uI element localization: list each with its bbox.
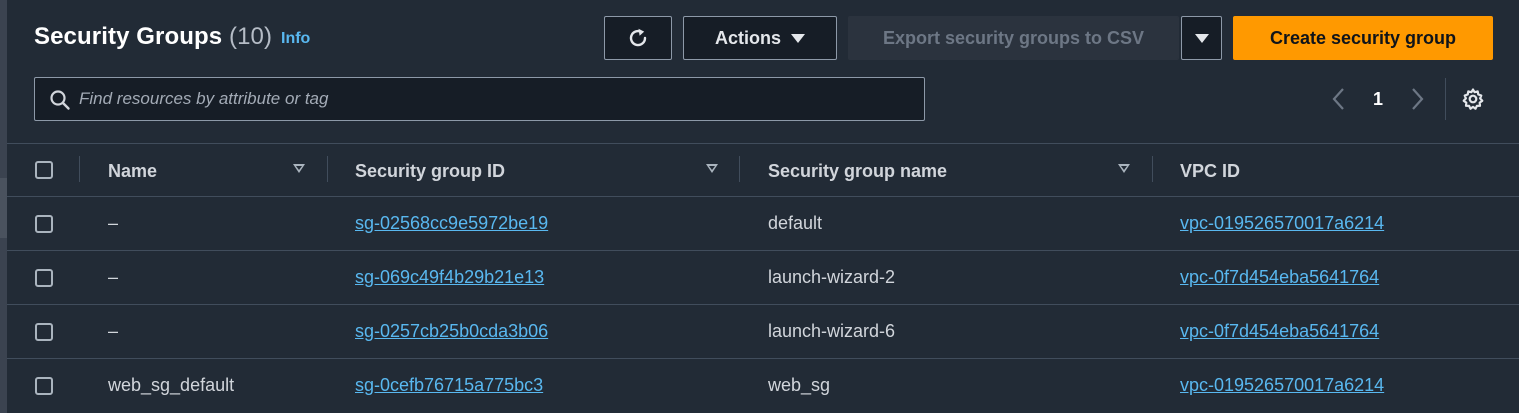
cell-security-group-name: launch-wizard-6 <box>768 321 896 341</box>
page-title: Security Groups (10) <box>34 23 272 51</box>
export-csv-button[interactable]: Export security groups to CSV <box>848 16 1179 60</box>
table-header: Name Security group ID Security group na… <box>7 144 1519 196</box>
row-checkbox[interactable] <box>35 269 53 287</box>
column-header-security-group-id[interactable]: Security group ID <box>355 161 505 182</box>
refresh-icon <box>629 28 647 47</box>
sort-icon[interactable] <box>1118 164 1130 173</box>
column-header-vpc-id[interactable]: VPC ID <box>1180 161 1240 182</box>
current-page-number[interactable]: 1 <box>1373 89 1383 110</box>
row-checkbox[interactable] <box>35 323 53 341</box>
row-checkbox[interactable] <box>35 215 53 233</box>
vpc-id-link[interactable]: vpc-0f7d454eba5641764 <box>1180 321 1379 342</box>
column-header-security-group-name[interactable]: Security group name <box>768 161 947 182</box>
table-row[interactable]: web_sg_default sg-0cefb76715a775bc3 web_… <box>7 358 1519 412</box>
column-divider <box>79 156 80 182</box>
column-divider[interactable] <box>1152 156 1153 182</box>
create-label: Create security group <box>1269 27 1457 48</box>
chevron-right-icon[interactable] <box>1409 86 1425 112</box>
vpc-id-link[interactable]: vpc-019526570017a6214 <box>1180 375 1384 396</box>
left-scrollbar[interactable] <box>0 0 7 413</box>
info-link[interactable]: Info <box>281 30 310 48</box>
cell-name: – <box>108 321 119 341</box>
actions-label: Actions <box>714 27 781 48</box>
create-security-group-button[interactable]: Create security group <box>1233 16 1493 60</box>
security-group-id-link[interactable]: sg-069c49f4b29b21e13 <box>355 267 544 288</box>
caret-down-icon <box>1194 33 1209 43</box>
row-checkbox[interactable] <box>35 377 53 395</box>
resource-count: (10) <box>229 23 273 50</box>
select-all-checkbox[interactable] <box>35 161 53 179</box>
export-options-dropdown-button[interactable] <box>1181 16 1222 60</box>
security-group-id-link[interactable]: sg-0257cb25b0cda3b06 <box>355 321 548 342</box>
sort-icon[interactable] <box>706 164 718 173</box>
export-label: Export security groups to CSV <box>882 27 1145 48</box>
cell-security-group-name: launch-wizard-2 <box>768 267 896 287</box>
table-row[interactable]: – sg-02568cc9e5972be19 default vpc-01952… <box>7 196 1519 250</box>
column-header-name[interactable]: Name <box>108 161 157 182</box>
security-groups-panel: Security Groups (10) Info Actions Export… <box>7 0 1519 413</box>
search-input[interactable] <box>79 89 924 109</box>
page-title-text: Security Groups <box>34 23 223 50</box>
cell-name: web_sg_default <box>108 375 235 395</box>
sort-icon[interactable] <box>293 164 305 173</box>
cell-name: – <box>108 213 119 233</box>
actions-dropdown-button[interactable]: Actions <box>683 16 837 60</box>
scrollbar-thumb[interactable] <box>0 178 7 238</box>
cell-security-group-name: default <box>768 213 823 233</box>
gear-icon[interactable] <box>1461 87 1485 111</box>
search-field[interactable] <box>34 77 925 121</box>
table-row[interactable]: – sg-069c49f4b29b21e13 launch-wizard-2 v… <box>7 250 1519 304</box>
search-icon <box>50 90 70 110</box>
table-row[interactable]: – sg-0257cb25b0cda3b06 launch-wizard-6 v… <box>7 304 1519 358</box>
security-group-id-link[interactable]: sg-0cefb76715a775bc3 <box>355 375 543 396</box>
vpc-id-link[interactable]: vpc-019526570017a6214 <box>1180 213 1384 234</box>
security-group-id-link[interactable]: sg-02568cc9e5972be19 <box>355 213 548 234</box>
chevron-left-icon[interactable] <box>1331 86 1347 112</box>
vpc-id-link[interactable]: vpc-0f7d454eba5641764 <box>1180 267 1379 288</box>
column-divider[interactable] <box>327 156 328 182</box>
cell-name: – <box>108 267 119 287</box>
caret-down-icon <box>791 33 805 43</box>
column-divider[interactable] <box>739 156 740 182</box>
refresh-button[interactable] <box>604 16 672 60</box>
cell-security-group-name: web_sg <box>768 375 831 395</box>
pager-divider <box>1445 78 1446 120</box>
